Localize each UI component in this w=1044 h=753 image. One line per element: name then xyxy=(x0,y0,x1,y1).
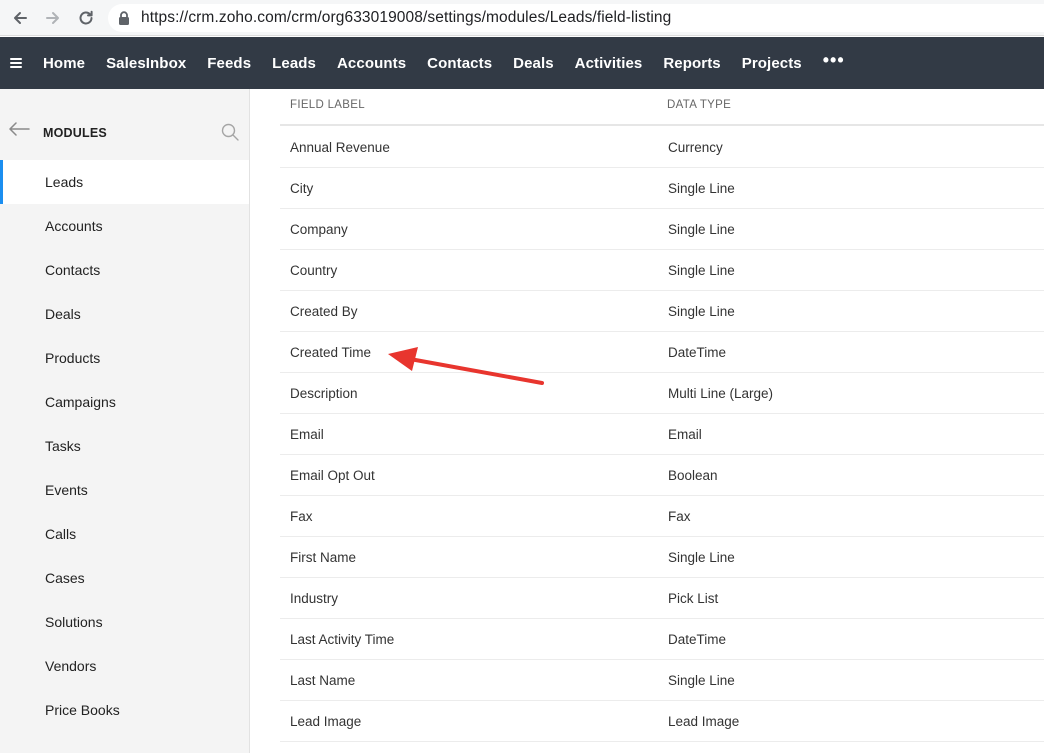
sidebar-item-contacts[interactable]: Contacts xyxy=(0,248,249,292)
table-row[interactable]: Industry Pick List xyxy=(280,578,1044,619)
sidebar-item-solutions[interactable]: Solutions xyxy=(0,600,249,644)
nav-activities[interactable]: Activities xyxy=(575,55,643,72)
sidebar-item-accounts[interactable]: Accounts xyxy=(0,204,249,248)
table-row[interactable]: Email Opt Out Boolean xyxy=(280,455,1044,496)
data-type-cell: DateTime xyxy=(668,632,727,647)
url-text: https://crm.zoho.com/crm/org633019008/se… xyxy=(141,9,672,26)
table-row[interactable]: Created Time DateTime xyxy=(280,332,1044,373)
table-row[interactable]: Lead Image Lead Image xyxy=(280,701,1044,742)
table-header: FIELD LABEL DATA TYPE xyxy=(280,89,1044,126)
field-label-cell: Email Opt Out xyxy=(290,468,375,483)
nav-accounts[interactable]: Accounts xyxy=(337,55,406,72)
data-type-cell: Single Line xyxy=(668,550,735,565)
table-row[interactable]: Created By Single Line xyxy=(280,291,1044,332)
data-type-cell: Single Line xyxy=(668,222,735,237)
sidebar-item-vendors[interactable]: Vendors xyxy=(0,644,249,688)
nav-reports[interactable]: Reports xyxy=(663,55,720,72)
table-row[interactable]: First Name Single Line xyxy=(280,537,1044,578)
field-label-cell: Lead Image xyxy=(290,714,362,729)
data-type-cell: Multi Line (Large) xyxy=(668,386,774,401)
data-type-cell: Boolean xyxy=(668,468,718,483)
nav-feeds[interactable]: Feeds xyxy=(207,55,251,72)
sidebar-item-campaigns[interactable]: Campaigns xyxy=(0,380,249,424)
reload-icon[interactable] xyxy=(74,6,98,30)
table-row[interactable]: Email Email xyxy=(280,414,1044,455)
data-type-cell: DateTime xyxy=(668,345,727,360)
table-row[interactable]: City Single Line xyxy=(280,168,1044,209)
table-row[interactable]: Fax Fax xyxy=(280,496,1044,537)
nav-deals[interactable]: Deals xyxy=(513,55,554,72)
sidebar-title: MODULES xyxy=(43,126,107,140)
nav-leads[interactable]: Leads xyxy=(272,55,316,72)
table-row[interactable]: Company Single Line xyxy=(280,209,1044,250)
column-header-field-label[interactable]: FIELD LABEL xyxy=(290,99,365,111)
field-table-body: Annual Revenue Currency City Single Line Com… xyxy=(280,127,1044,742)
table-row[interactable]: Description Multi Line (Large) xyxy=(280,373,1044,414)
field-label-cell: Email xyxy=(290,427,324,442)
sidebar-item-deals[interactable]: Deals xyxy=(0,292,249,336)
nav-salesinbox[interactable]: SalesInbox xyxy=(106,55,186,72)
nav-contacts[interactable]: Contacts xyxy=(427,55,492,72)
field-label-cell: Last Name xyxy=(290,673,356,688)
nav-projects[interactable]: Projects xyxy=(742,55,802,72)
data-type-cell: Single Line xyxy=(668,181,735,196)
hamburger-menu-icon[interactable] xyxy=(10,58,22,68)
sidebar-item-tasks[interactable]: Tasks xyxy=(0,424,249,468)
sidebar-header: MODULES xyxy=(0,89,249,160)
data-type-cell: Email xyxy=(668,427,702,442)
sidebar-item-calls[interactable]: Calls xyxy=(0,512,249,556)
data-type-cell: Lead Image xyxy=(668,714,740,729)
field-label-cell: Last Activity Time xyxy=(290,632,395,647)
sidebar-item-products[interactable]: Products xyxy=(0,336,249,380)
data-type-cell: Pick List xyxy=(668,591,719,606)
back-arrow-icon[interactable] xyxy=(8,6,32,30)
left-arrow-icon[interactable] xyxy=(8,121,30,137)
field-listing-panel: FIELD LABEL DATA TYPE Annual Revenue Curr… xyxy=(250,89,1044,753)
data-type-cell: Currency xyxy=(668,140,723,155)
module-list: Leads Accounts Contacts Deals Products C… xyxy=(0,160,249,732)
data-type-cell: Single Line xyxy=(668,304,735,319)
modules-sidebar: MODULES Leads Accounts Contacts Deals Pr… xyxy=(0,89,250,753)
sidebar-item-leads[interactable]: Leads xyxy=(0,160,249,204)
sidebar-item-price-books[interactable]: Price Books xyxy=(0,688,249,732)
forward-arrow-icon[interactable] xyxy=(41,6,65,30)
field-label-cell: Created Time xyxy=(290,345,372,360)
field-label-cell: Country xyxy=(290,263,338,278)
nav-home[interactable]: Home xyxy=(43,55,85,72)
data-type-cell: Fax xyxy=(668,509,691,524)
field-label-cell: Fax xyxy=(290,509,313,524)
top-navigation: Home SalesInbox Feeds Leads Accounts Con… xyxy=(0,37,1044,89)
more-menu-button[interactable]: ••• xyxy=(823,50,845,71)
table-row[interactable]: Annual Revenue Currency xyxy=(280,127,1044,168)
field-label-cell: City xyxy=(290,181,314,196)
field-label-cell: Company xyxy=(290,222,348,237)
field-label-cell: Industry xyxy=(290,591,339,606)
search-icon[interactable] xyxy=(221,123,239,141)
column-header-data-type[interactable]: DATA TYPE xyxy=(667,99,731,111)
data-type-cell: Single Line xyxy=(668,673,735,688)
table-row[interactable]: Country Single Line xyxy=(280,250,1044,291)
table-row[interactable]: Last Activity Time DateTime xyxy=(280,619,1044,660)
field-label-cell: Description xyxy=(290,386,358,401)
table-row[interactable]: Last Name Single Line xyxy=(280,660,1044,701)
address-bar[interactable]: https://crm.zoho.com/crm/org633019008/se… xyxy=(108,4,1044,32)
browser-toolbar: https://crm.zoho.com/crm/org633019008/se… xyxy=(0,0,1044,36)
lock-icon xyxy=(118,10,132,26)
data-type-cell: Single Line xyxy=(668,263,735,278)
field-label-cell: Created By xyxy=(290,304,358,319)
field-label-cell: Annual Revenue xyxy=(290,140,390,155)
sidebar-item-events[interactable]: Events xyxy=(0,468,249,512)
field-label-cell: First Name xyxy=(290,550,357,565)
sidebar-item-cases[interactable]: Cases xyxy=(0,556,249,600)
